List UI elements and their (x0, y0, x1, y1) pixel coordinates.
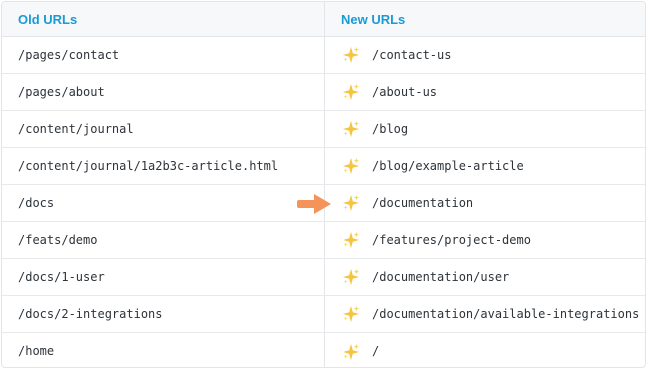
sparkles-icon (342, 305, 360, 323)
table-row-highlighted: /docs /documentation (2, 185, 645, 222)
sparkles-icon (342, 343, 360, 360)
table-row: /pages/about /about-us (2, 74, 645, 111)
new-url: /contact-us (372, 47, 452, 62)
old-url: /docs/2-integrations (18, 306, 163, 321)
table-header: Old URLs New URLs (2, 2, 645, 37)
new-url: /documentation/user (372, 269, 510, 284)
new-url: / (372, 344, 380, 358)
old-url: /content/journal/1a2b3c-article.html (18, 158, 279, 173)
sparkles-icon (342, 120, 360, 138)
table-row: /docs/2-integrations /documentation/avai… (2, 296, 645, 333)
sparkles-icon (342, 194, 360, 212)
new-url: /documentation/available-integrations (372, 306, 640, 321)
arrow-right-icon (297, 194, 331, 214)
header-new-urls: New URLs (341, 11, 406, 27)
new-url: /blog (372, 121, 409, 136)
old-url: /feats/demo (18, 232, 98, 247)
old-url: /content/journal (18, 121, 134, 136)
sparkles-icon (342, 231, 360, 249)
new-url: /features/project-demo (372, 232, 531, 247)
table-row: /home / (2, 333, 645, 367)
table-row: /pages/contact /contact-us (2, 37, 645, 74)
new-url: /blog/example-article (372, 158, 524, 173)
new-url: /documentation (372, 195, 474, 210)
table-row: /content/journal/1a2b3c-article.html /bl… (2, 148, 645, 185)
sparkles-icon (342, 83, 360, 101)
sparkles-icon (342, 157, 360, 175)
header-old-urls: Old URLs (2, 2, 325, 36)
sparkles-icon (342, 268, 360, 286)
sparkles-icon (342, 46, 360, 64)
table-row: /docs/1-user /documentation/user (2, 259, 645, 296)
table-row: /content/journal /blog (2, 111, 645, 148)
new-url: /about-us (372, 84, 438, 99)
old-url: /pages/contact (18, 47, 120, 62)
url-mapping-table: Old URLs New URLs /pages/contact /contac… (1, 1, 646, 368)
old-url: /docs (18, 195, 55, 210)
old-url: /pages/about (18, 84, 105, 99)
old-url: /docs/1-user (18, 269, 105, 284)
old-url: /home (18, 344, 55, 358)
table-row: /feats/demo /features/project-demo (2, 222, 645, 259)
